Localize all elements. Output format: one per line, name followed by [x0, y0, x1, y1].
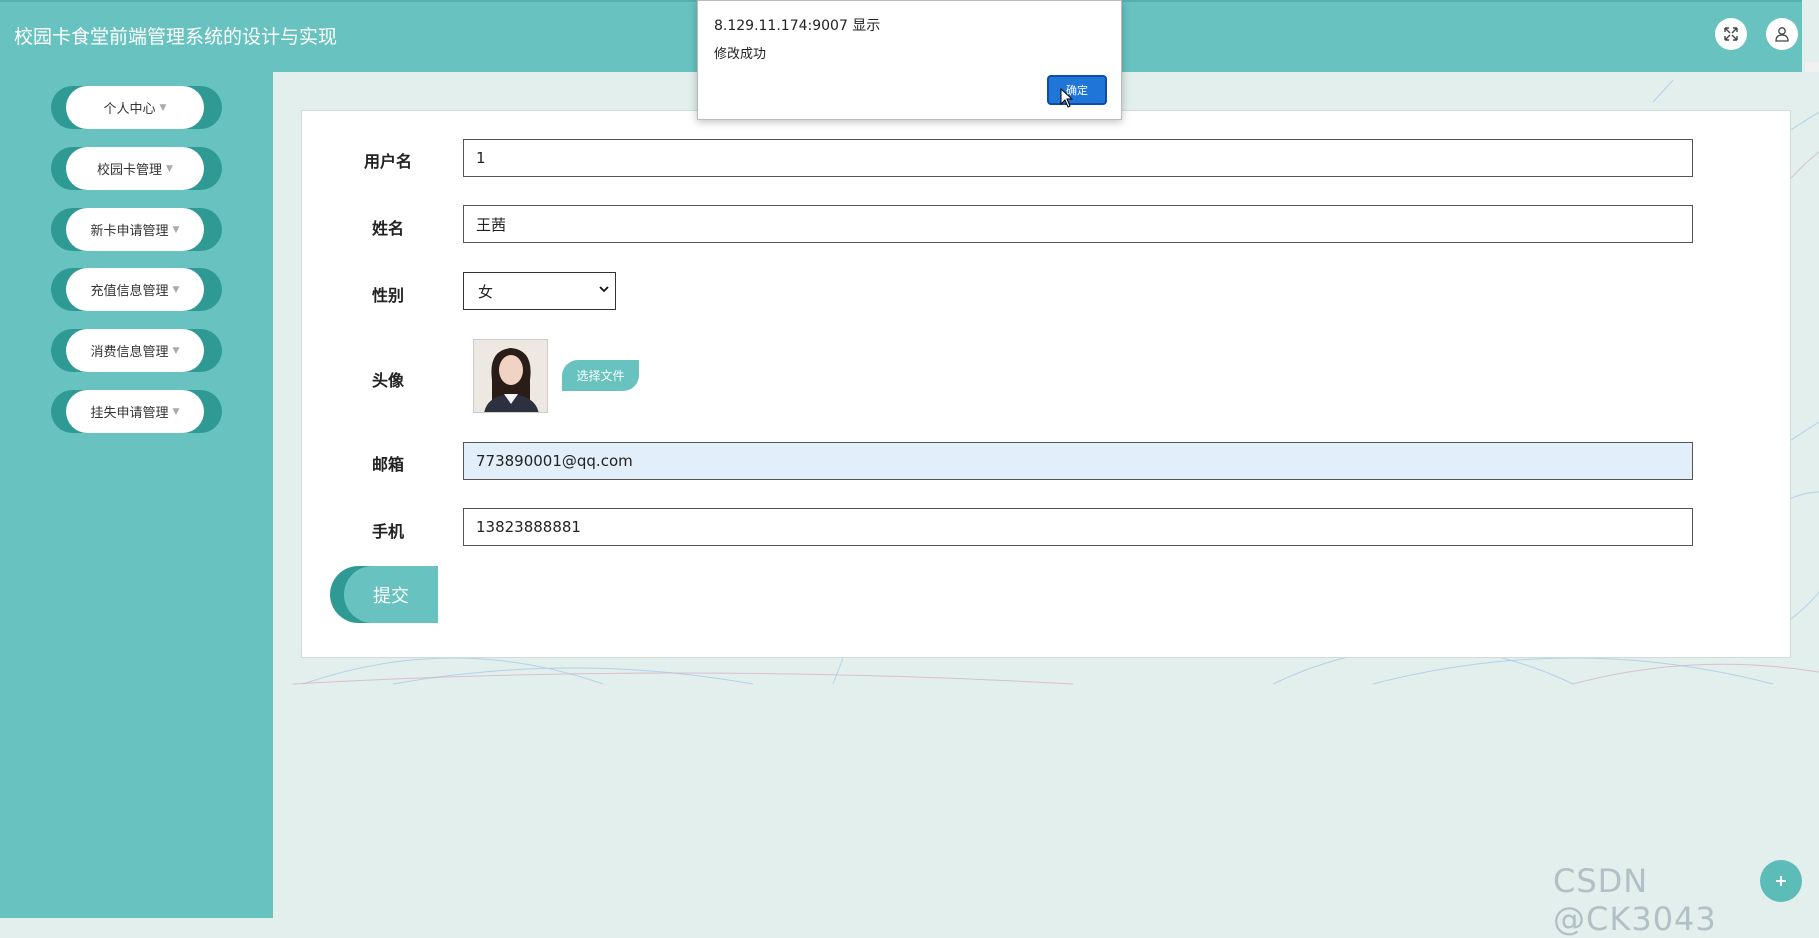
alert-dialog: 8.129.11.174:9007 显示 修改成功 确定	[697, 0, 1122, 120]
dialog-origin: 8.129.11.174:9007 显示	[714, 18, 881, 34]
sidebar-item-personal-center[interactable]: 个人中心 ▼	[51, 86, 222, 129]
sidebar-item-label: 充值信息管理	[90, 284, 169, 299]
name-input[interactable]	[463, 205, 1693, 243]
avatar-label: 头像	[371, 371, 404, 390]
submit-button[interactable]: 提交	[330, 566, 438, 623]
caret-down-icon: ▼	[172, 224, 180, 235]
dialog-message: 修改成功	[714, 47, 767, 62]
fullscreen-icon[interactable]	[1715, 18, 1747, 50]
avatar-image	[473, 339, 548, 413]
email-label: 邮箱	[371, 455, 404, 474]
phone-label: 手机	[371, 522, 404, 541]
sidebar-item-recharge[interactable]: 充值信息管理 ▼	[51, 268, 222, 311]
sidebar-item-label: 个人中心	[103, 102, 156, 117]
caret-down-icon: ▼	[172, 345, 180, 356]
name-label: 姓名	[371, 219, 404, 238]
caret-down-icon: ▼	[159, 102, 167, 113]
app-title: 校园卡食堂前端管理系统的设计与实现	[14, 26, 338, 48]
sidebar-item-label: 校园卡管理	[97, 163, 163, 178]
email-input[interactable]	[463, 442, 1693, 480]
chevron-down-icon	[598, 283, 610, 298]
dialog-ok-button[interactable]: 确定	[1047, 75, 1107, 105]
sidebar-item-report-loss[interactable]: 挂失申请管理 ▼	[51, 390, 222, 433]
watermark: CSDN @CK3043	[1553, 862, 1717, 938]
user-icon[interactable]	[1766, 18, 1798, 50]
sidebar-item-label: 新卡申请管理	[90, 224, 169, 239]
sidebar-item-label: 消费信息管理	[90, 345, 169, 360]
sidebar-item-label: 挂失申请管理	[90, 406, 169, 421]
sidebar-item-consumption[interactable]: 消费信息管理 ▼	[51, 329, 222, 372]
caret-down-icon: ▼	[166, 163, 173, 174]
caret-down-icon: ▼	[172, 284, 180, 295]
phone-input[interactable]	[463, 508, 1693, 546]
gender-selected-value: 女	[478, 282, 494, 301]
gender-select[interactable]: 女	[463, 272, 616, 310]
gender-label: 性别	[371, 286, 404, 305]
sidebar-item-campus-card[interactable]: 校园卡管理 ▼	[51, 147, 222, 190]
submit-label: 提交	[344, 566, 438, 623]
sidebar-item-new-card[interactable]: 新卡申请管理 ▼	[51, 208, 222, 251]
username-input[interactable]	[463, 139, 1693, 177]
sidebar: 个人中心 ▼ 校园卡管理 ▼ 新卡申请管理 ▼ 充值信息管理 ▼ 消费信息管理 ▼ 挂失申…	[0, 72, 273, 918]
choose-file-button[interactable]: 选择文件	[562, 360, 639, 391]
mouse-cursor-icon	[1060, 87, 1074, 112]
caret-down-icon: ▼	[172, 406, 180, 417]
username-label: 用户名	[363, 152, 412, 171]
